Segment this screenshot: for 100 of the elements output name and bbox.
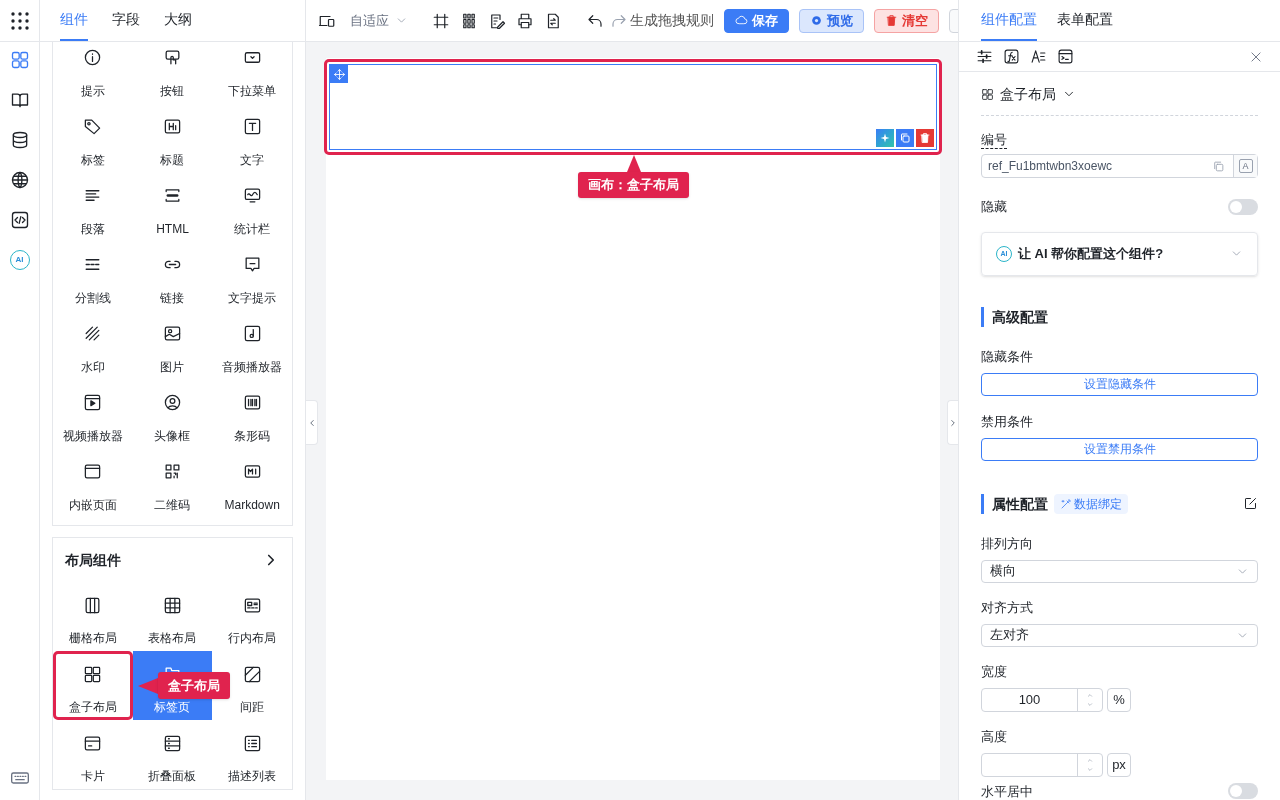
field-label: 高度 [981,728,1007,744]
component-item[interactable]: 图片 [132,318,213,387]
delete-button[interactable] [916,129,934,147]
ai-edit-button[interactable] [876,129,894,147]
rail-button[interactable] [9,170,30,190]
component-item[interactable]: 行内布局 [212,582,292,651]
component-item[interactable]: 分割线 [53,249,133,318]
qr-code-icon [163,462,182,481]
section-title: 布局组件 [65,550,121,570]
toolbar-button[interactable] [488,11,506,30]
save-button[interactable]: 保存 [724,8,789,33]
id-field[interactable]: ref_Fu1bmtwbn3xoewc A [981,154,1258,178]
list-icon [242,734,262,753]
component-item[interactable]: HTML [132,180,213,249]
toggle-switch[interactable] [1228,783,1258,800]
component-item[interactable]: 折叠面板 [132,720,213,789]
chart-icon [242,186,262,205]
apps-icon [460,11,478,30]
copy-button[interactable] [896,129,914,147]
field-label: 宽度 [981,663,1007,679]
toolbar-button[interactable] [432,11,450,30]
globe-icon [9,170,30,190]
component-item[interactable]: 表格布局 [132,582,213,651]
component-item[interactable]: 段落 [53,180,133,249]
panel-tab[interactable]: 组件 [60,0,88,41]
set-hide-condition-button[interactable]: 设置隐藏条件 [981,372,1258,396]
edit-button[interactable] [1243,496,1258,511]
apps-menu-icon[interactable] [9,10,30,31]
close-button[interactable] [1249,49,1263,64]
toggle-switch[interactable] [1228,198,1258,215]
markdown-icon [242,462,262,481]
component-item[interactable]: 头像框 [132,387,213,456]
text-mode-button[interactable]: A [1233,155,1257,177]
rail-button[interactable] [9,210,30,230]
component-type-select[interactable]: 盒子布局 [981,85,1076,103]
preview-button[interactable]: 预览 [799,8,864,33]
component-item[interactable]: 二维码 [132,456,213,525]
heading-icon [163,117,182,136]
panel-tab[interactable]: 大纲 [164,0,192,41]
component-item[interactable]: 水印 [53,318,133,387]
generate-rules-link[interactable]: 生成拖拽规则 [630,10,714,31]
card-icon [83,734,103,753]
component-item[interactable]: 视频播放器 [53,387,133,456]
component-item[interactable]: 链接 [132,249,213,318]
hand-pointer-icon [163,48,182,67]
select-field[interactable]: 左对齐 [981,623,1258,647]
code-icon [9,210,30,230]
layout-icon [242,596,262,615]
grid-icon [9,50,30,70]
panel-tab[interactable]: 表单配置 [1057,0,1113,41]
component-item[interactable]: 卡片 [53,720,133,789]
component-item[interactable]: 按钮 [132,42,213,111]
component-item[interactable]: 统计栏 [212,180,292,249]
field-label: 对齐方式 [981,599,1033,615]
trash-icon [885,14,898,27]
stripes-icon [242,665,262,684]
set-disable-condition-button[interactable]: 设置禁用条件 [981,437,1258,461]
component-item[interactable]: Markdown [212,456,292,525]
config-tab-button[interactable] [1030,48,1047,65]
number-field[interactable]: 100 [981,687,1103,712]
eye-icon [810,14,823,27]
copy-icon [1212,159,1225,173]
component-item[interactable]: 提示 [53,42,133,111]
sliders-icon [976,48,993,65]
toolbar-button[interactable] [460,11,478,30]
config-tab-button[interactable] [1003,48,1020,65]
image-icon [163,324,182,343]
close-icon [1249,49,1263,64]
chevron-right-icon [948,417,958,428]
viewport-select[interactable]: 自适应 [350,10,408,31]
panel-tab[interactable]: 组件配置 [981,0,1037,41]
cloud-icon [735,14,748,27]
field-label: 禁用条件 [981,413,1033,429]
unit-label: px [1107,752,1131,777]
component-item[interactable]: 下拉菜单 [212,42,292,111]
component-item[interactable]: 盒子布局 [53,651,133,720]
panel-tab[interactable]: 字段 [112,0,140,41]
function-icon [1003,48,1020,65]
grid-icon [981,87,994,101]
component-item[interactable]: 标签 [53,111,133,180]
config-tab-button[interactable] [976,48,993,65]
toolbar-button[interactable] [516,11,534,30]
config-tab-button[interactable] [1057,48,1074,65]
component-item[interactable]: 音频播放器 [212,318,292,387]
component-item[interactable]: 条形码 [212,387,292,456]
number-field[interactable] [981,752,1103,777]
component-item[interactable]: 栅格布局 [53,582,133,651]
component-item[interactable]: 描述列表 [212,720,292,789]
list-icon [163,734,182,753]
move-handle[interactable] [330,65,348,83]
html-icon [163,186,182,205]
component-item[interactable]: 文字提示 [212,249,292,318]
field-label: 隐藏 [981,198,1007,216]
data-binding-button[interactable]: 数据绑定 [1054,493,1128,514]
select-field[interactable]: 横向 [981,559,1258,583]
component-item[interactable]: 标题 [132,111,213,180]
component-item[interactable]: 内嵌页面 [53,456,133,525]
crop-icon [432,11,450,30]
hint-tooltip: 画布：盒子布局 [578,155,689,198]
component-item[interactable]: 文字 [212,111,292,180]
